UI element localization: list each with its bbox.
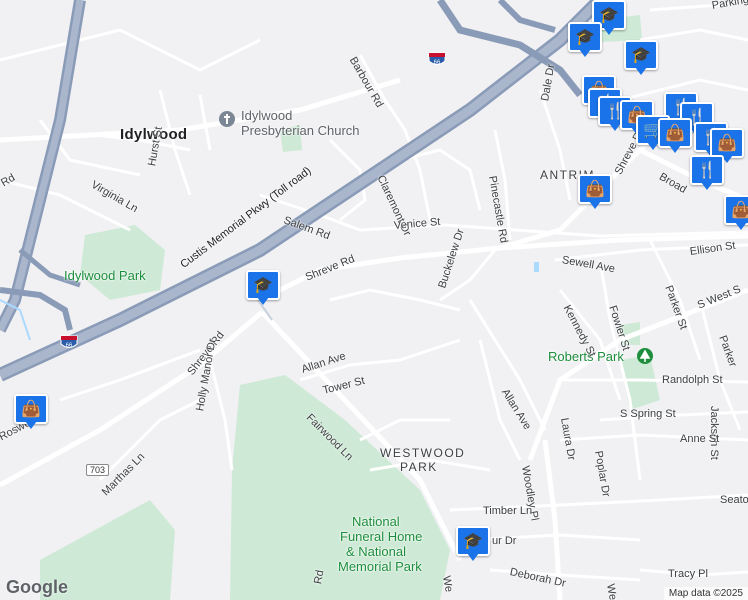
neighborhood-label-park: PARK (400, 460, 438, 474)
tree-icon (637, 348, 653, 364)
school-marker[interactable]: 🎓 (568, 22, 602, 58)
church-label-2: Presbyterian Church (241, 123, 360, 138)
water-feature (534, 262, 539, 272)
interstate-shield-icon: 66 (428, 52, 446, 66)
road-label-randolph: Randolph St (662, 374, 723, 386)
road-label-tracy: Tracy Pl (668, 568, 708, 580)
map-canvas[interactable]: 66 66 703 Idylwood ANTRIM WESTWOOD PARK … (0, 0, 748, 600)
google-logo: Google (6, 577, 68, 597)
graduation-cap-icon: 🎓 (624, 40, 658, 70)
church-icon (219, 111, 235, 127)
fork-knife-icon: 🍴 (690, 155, 724, 185)
park-label-idylwood: Idylwood Park (64, 268, 146, 283)
shopping-bag-icon: 👜 (724, 195, 748, 225)
school-marker[interactable]: 🎓 (624, 40, 658, 76)
interstate-shield-icon: 66 (60, 335, 78, 349)
shopping-bag-icon: 👜 (658, 118, 692, 148)
road-label-timber: Timber Ln (483, 505, 533, 517)
funeral-label-1: National (352, 514, 400, 529)
i66-bottom-label: 66 (66, 343, 73, 349)
road-label-we: We (440, 574, 455, 594)
graduation-cap-icon: 🎓 (568, 22, 602, 52)
road-label-anne: Anne St (680, 433, 720, 445)
shopping-marker[interactable]: 👜 (658, 118, 692, 154)
route-703-shield: 703 (86, 464, 110, 476)
shopping-bag-icon: 👜 (14, 394, 48, 424)
neighborhood-label-westwood: WESTWOOD (380, 446, 466, 460)
road-label-rd-bottom: Rd (312, 569, 327, 586)
shopping-marker[interactable]: 👜 (578, 174, 612, 210)
funeral-label-2: Funeral Home (340, 529, 423, 544)
church-label-1: Idylwood (241, 108, 293, 123)
church-poi[interactable] (218, 110, 236, 128)
road-label-seaton: Seato (720, 494, 748, 506)
shopping-bag-icon: 👜 (710, 128, 744, 158)
graduation-cap-icon: 🎓 (246, 270, 280, 300)
shopping-bag-icon: 👜 (578, 174, 612, 204)
map-attribution[interactable]: Map data ©2025 (663, 587, 748, 600)
restaurant-marker[interactable]: 🍴 (690, 155, 724, 191)
i66-top-label: 66 (434, 60, 441, 66)
road-label-s-spring: S Spring St (620, 408, 676, 420)
school-marker[interactable]: 🎓 (456, 526, 490, 562)
shopping-marker[interactable]: 👜 (14, 394, 48, 430)
school-marker[interactable]: 🎓 (246, 270, 280, 306)
funeral-label-4: Memorial Park (338, 559, 422, 574)
graduation-cap-icon: 🎓 (456, 526, 490, 556)
shopping-marker[interactable]: 👜 (724, 195, 748, 231)
road-label-ur-dr: ur Dr (492, 535, 517, 547)
funeral-label-3: & National (346, 544, 406, 559)
park-area-idylwood (80, 225, 165, 300)
